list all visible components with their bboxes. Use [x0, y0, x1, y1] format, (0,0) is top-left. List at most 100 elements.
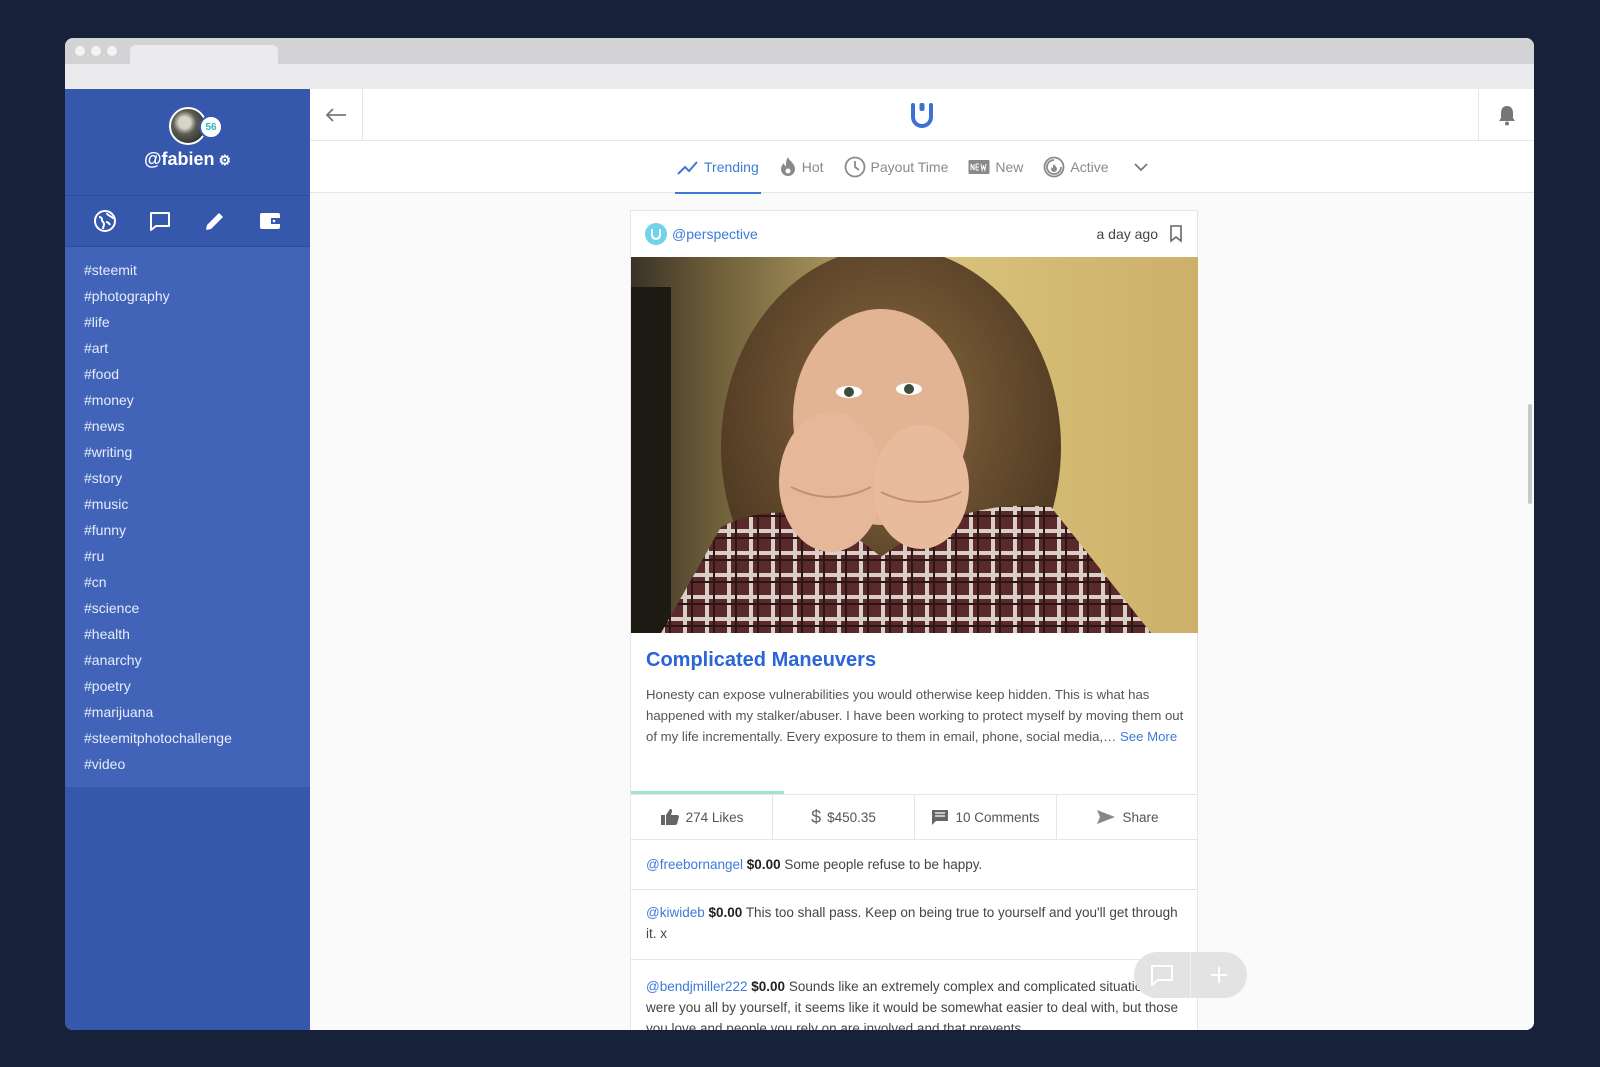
back-button[interactable]: [310, 89, 363, 141]
maximize-dot[interactable]: [107, 46, 117, 56]
tag-link[interactable]: #money: [65, 389, 310, 415]
tag-link[interactable]: #story: [65, 467, 310, 493]
tag-link[interactable]: #steemit: [65, 259, 310, 285]
payout-button[interactable]: $ $450.35: [773, 795, 915, 839]
active-icon: [1043, 156, 1065, 178]
main-content: Trending Hot Payout Time New Active @per…: [310, 89, 1534, 1030]
send-icon: [1097, 810, 1116, 824]
tag-link[interactable]: #anarchy: [65, 649, 310, 675]
tag-link[interactable]: #life: [65, 311, 310, 337]
close-dot[interactable]: [75, 46, 85, 56]
dollar-icon: $: [811, 806, 822, 827]
tag-link[interactable]: #art: [65, 337, 310, 363]
tag-link[interactable]: #health: [65, 623, 310, 649]
tag-link[interactable]: #funny: [65, 519, 310, 545]
tag-link[interactable]: #news: [65, 415, 310, 441]
wallet-icon[interactable]: [256, 207, 284, 235]
chat-button[interactable]: [1134, 952, 1191, 998]
comment-amount: $0.00: [751, 979, 786, 994]
post-image[interactable]: [631, 257, 1198, 633]
tag-link[interactable]: #marijuana: [65, 701, 310, 727]
tab-trending[interactable]: Trending: [675, 141, 761, 194]
scrollbar[interactable]: [1528, 404, 1532, 504]
comment-author[interactable]: @kiwideb: [646, 905, 705, 920]
tab-label: Active: [1070, 159, 1109, 175]
comment-item: @kiwideb $0.00 This too shall pass. Keep…: [631, 890, 1198, 960]
pencil-icon[interactable]: [201, 207, 229, 235]
new-badge-icon: [968, 160, 990, 174]
like-button[interactable]: 274 Likes: [631, 795, 773, 839]
tab-active[interactable]: Active: [1041, 141, 1110, 193]
tag-link[interactable]: #food: [65, 363, 310, 389]
sidebar-nav: [65, 195, 310, 247]
trending-icon: [677, 161, 698, 175]
post-header: @perspective a day ago: [631, 211, 1197, 257]
tag-link[interactable]: #writing: [65, 441, 310, 467]
comment-item: @bendjmiller222 $0.00 Sounds like an ext…: [631, 960, 1198, 1030]
tag-link[interactable]: #video: [65, 753, 310, 779]
logo-icon[interactable]: [907, 99, 937, 133]
tab-payout-time[interactable]: Payout Time: [842, 141, 951, 193]
add-button[interactable]: [1191, 952, 1247, 998]
logo-icon: [651, 229, 661, 240]
chat-icon[interactable]: [146, 207, 174, 235]
tag-link[interactable]: #photography: [65, 285, 310, 311]
tag-link[interactable]: #music: [65, 493, 310, 519]
window-controls: [75, 46, 117, 56]
browser-tab[interactable]: [130, 45, 278, 64]
sidebar: 56 @fabien ⚙ #steemit #photography #life …: [65, 89, 310, 1030]
more-sorts-button[interactable]: [1133, 141, 1149, 193]
tag-link[interactable]: #cn: [65, 571, 310, 597]
tab-label: Hot: [801, 159, 824, 175]
gear-icon[interactable]: ⚙: [219, 152, 232, 168]
post-time: a day ago: [1096, 226, 1159, 242]
tag-list: #steemit #photography #life #art #food #…: [65, 247, 310, 787]
comment-author[interactable]: @bendjmiller222: [646, 979, 748, 994]
globe-icon[interactable]: [91, 207, 119, 235]
comment-item: @freebornangel $0.00 Some people refuse …: [631, 840, 1198, 890]
tab-hot[interactable]: Hot: [777, 141, 826, 193]
top-bar: [310, 89, 1534, 141]
username[interactable]: @fabien ⚙: [65, 149, 310, 170]
tag-link[interactable]: #ru: [65, 545, 310, 571]
share-button[interactable]: Share: [1057, 795, 1198, 839]
tab-label: New: [995, 159, 1024, 175]
sort-tabs: Trending Hot Payout Time New Active: [675, 141, 1149, 194]
chevron-down-icon: [1133, 163, 1148, 172]
flame-icon: [780, 157, 795, 176]
bell-icon: [1498, 106, 1515, 126]
sort-bar: Trending Hot Payout Time New Active: [310, 141, 1534, 194]
minimize-dot[interactable]: [91, 46, 101, 56]
chat-icon: [1151, 965, 1173, 986]
browser-title-bar: [65, 38, 1534, 64]
post-body: Honesty can expose vulnerabilities you w…: [646, 684, 1186, 747]
author-avatar[interactable]: [645, 223, 667, 245]
likes-count: 274 Likes: [685, 809, 744, 825]
see-more-link[interactable]: See More: [1120, 729, 1177, 744]
notifications-button[interactable]: [1478, 89, 1534, 141]
tag-link[interactable]: #steemitphotochallenge: [65, 727, 310, 753]
tag-link[interactable]: #poetry: [65, 675, 310, 701]
username-label: @fabien: [143, 149, 215, 169]
reputation-badge: 56: [199, 115, 223, 139]
thumbs-up-icon: [660, 809, 679, 826]
post-excerpt: Honesty can expose vulnerabilities you w…: [646, 687, 1184, 744]
author-name[interactable]: @perspective: [672, 226, 758, 242]
tab-new[interactable]: New: [966, 141, 1025, 193]
comments-button[interactable]: 10 Comments: [915, 795, 1057, 839]
post-card: @perspective a day ago Complicated Maneu…: [630, 210, 1198, 1030]
tag-link[interactable]: #science: [65, 597, 310, 623]
floating-actions: [1134, 952, 1247, 998]
share-label: Share: [1122, 809, 1159, 825]
comment-author[interactable]: @freebornangel: [646, 857, 743, 872]
tab-label: Trending: [704, 159, 759, 175]
comment-text: Some people refuse to be happy.: [784, 857, 983, 872]
comment-amount: $0.00: [708, 905, 743, 920]
post-title[interactable]: Complicated Maneuvers: [646, 649, 876, 672]
browser-window: 56 @fabien ⚙ #steemit #photography #life …: [65, 38, 1534, 1030]
payout-amount: $450.35: [827, 809, 876, 825]
clock-icon: [844, 156, 865, 178]
bookmark-icon[interactable]: [1169, 225, 1183, 248]
browser-toolbar: [65, 64, 1534, 89]
plus-icon: [1211, 967, 1227, 983]
